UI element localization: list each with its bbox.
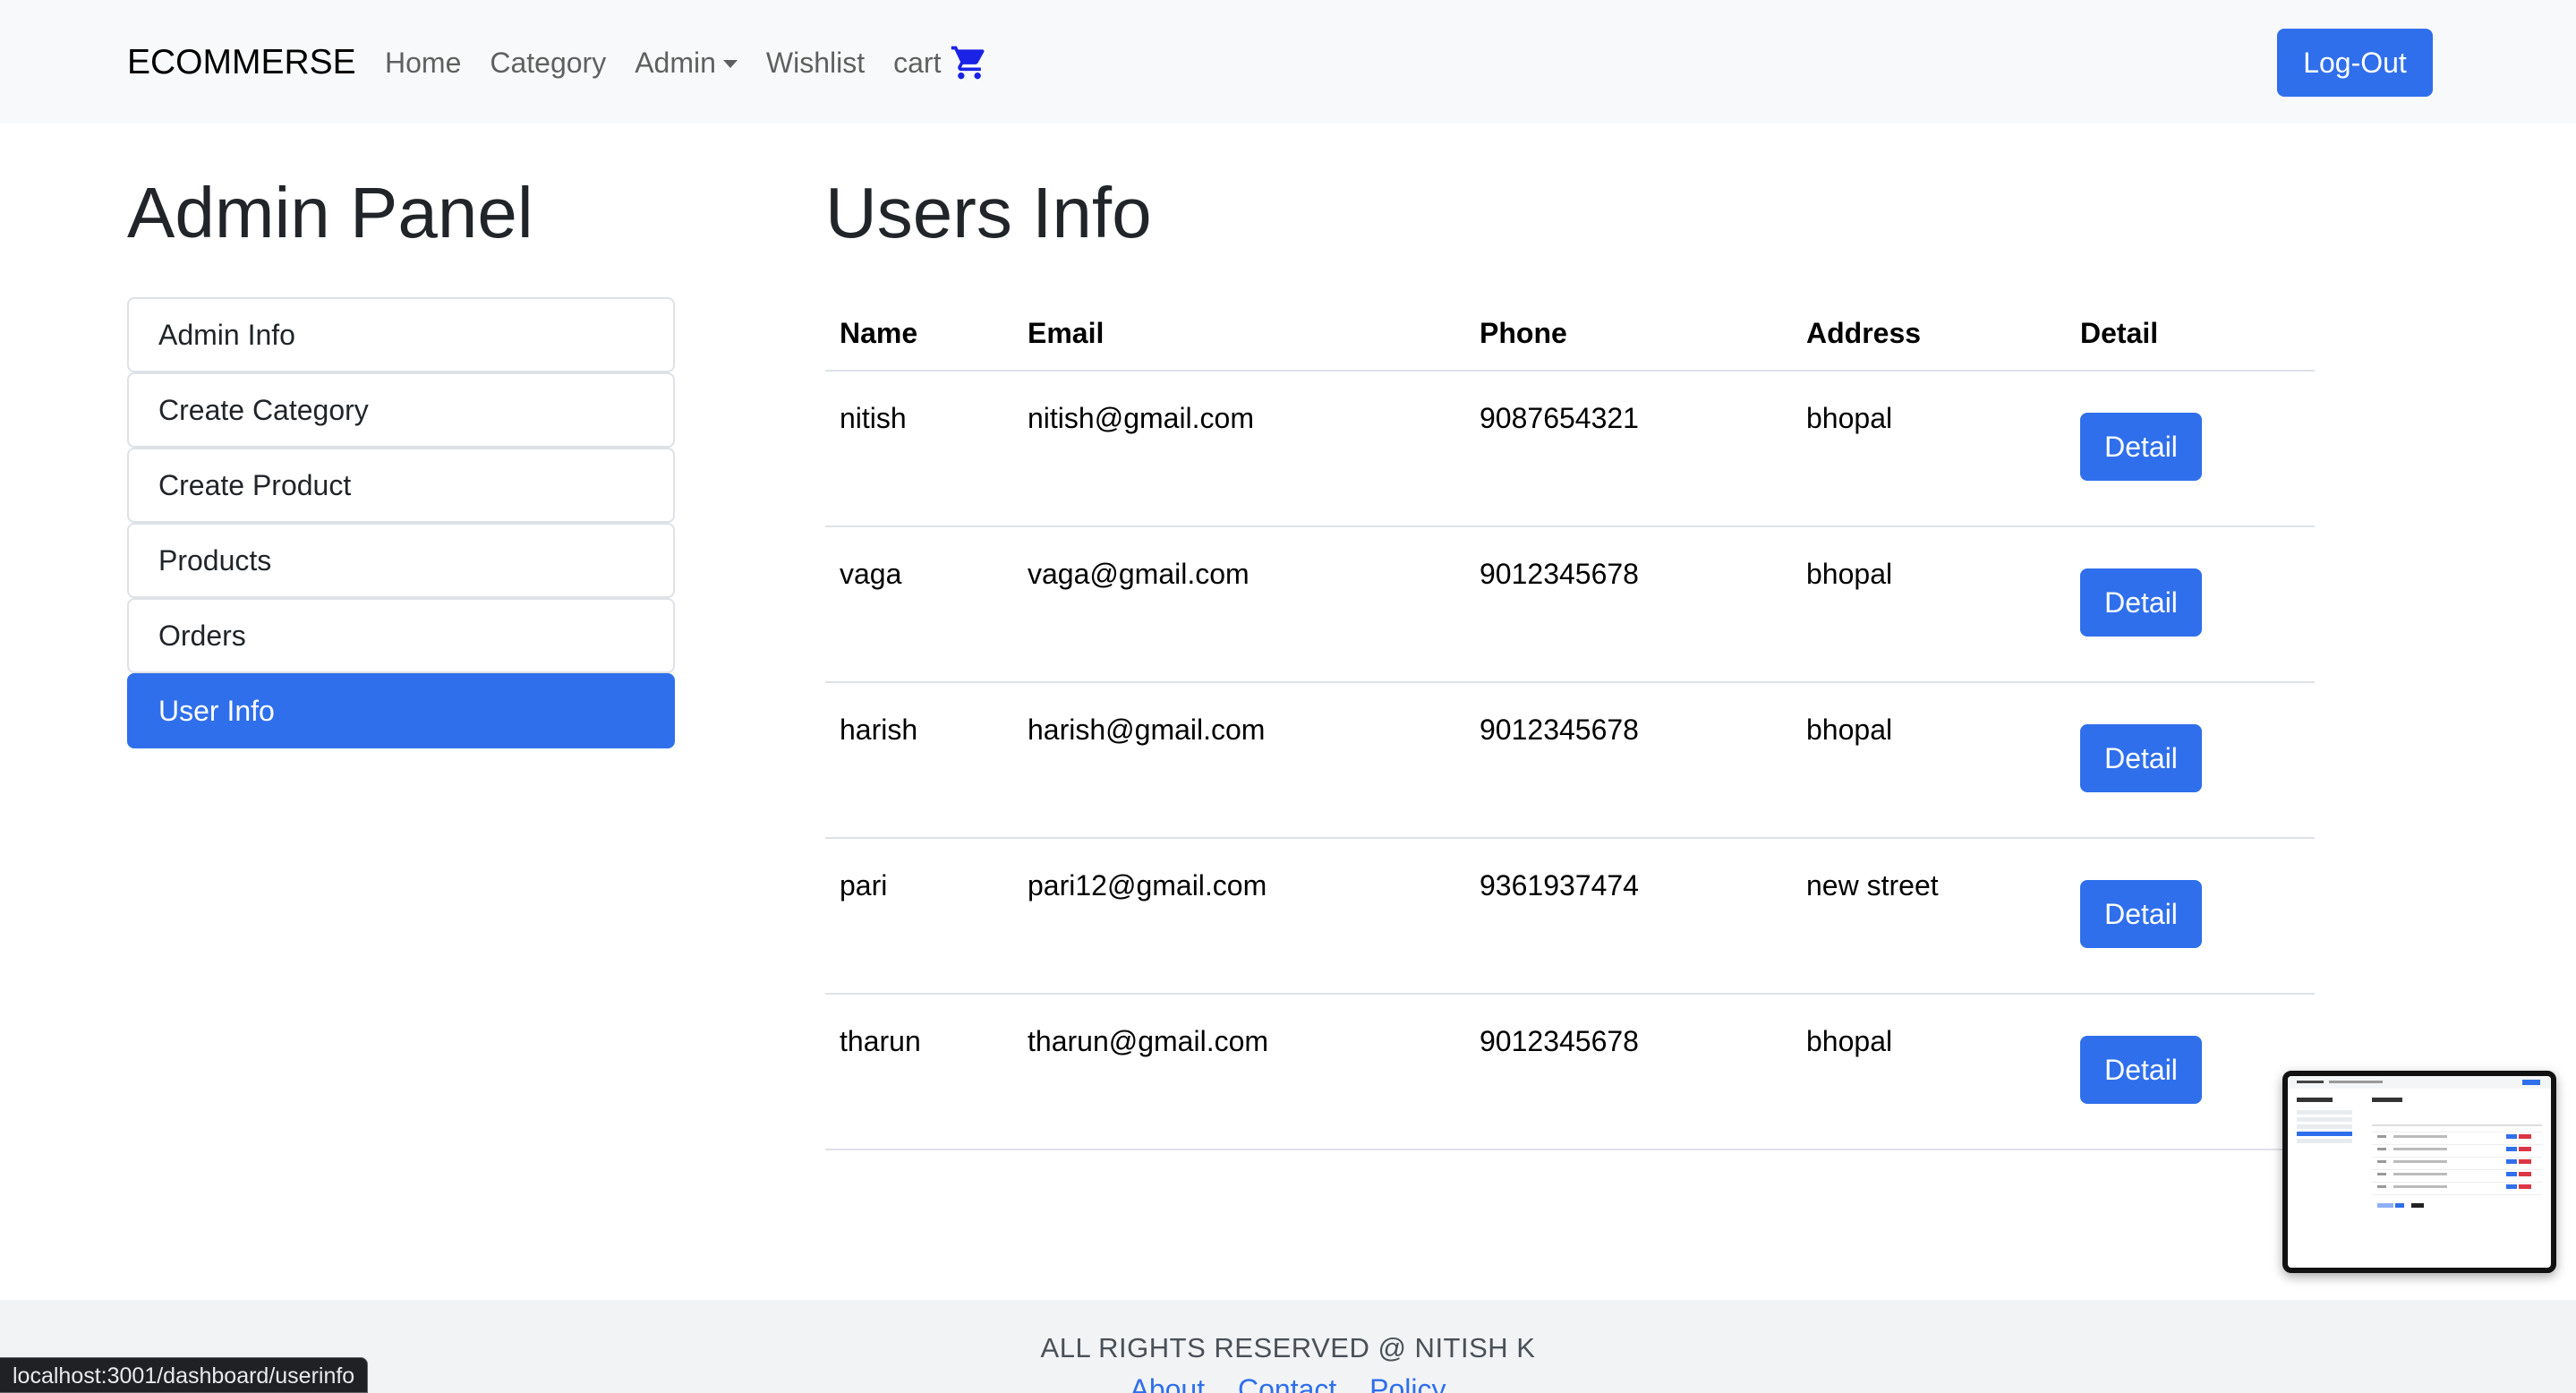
cell-detail: Detail [2066, 682, 2315, 839]
detail-button[interactable]: Detail [2080, 1036, 2202, 1104]
cell-email: harish@gmail.com [1013, 682, 1465, 839]
cell-address: bhopal [1792, 994, 2066, 1150]
cell-detail: Detail [2066, 994, 2315, 1150]
detail-button[interactable]: Detail [2080, 413, 2202, 481]
cell-name: nitish [825, 371, 1013, 527]
nav-cart-link[interactable]: cart [893, 41, 989, 84]
status-bar-url: localhost:3001/dashboard/userinfo [0, 1357, 369, 1393]
sidebar-item-create-category[interactable]: Create Category [127, 372, 675, 448]
cell-phone: 9361937474 [1465, 838, 1792, 995]
cell-address: bhopal [1792, 682, 2066, 839]
footer-contact-link[interactable]: Contact [1238, 1373, 1336, 1393]
table-row: nitish nitish@gmail.com 9087654321 bhopa… [825, 371, 2315, 527]
nav-category-link[interactable]: Category [490, 41, 606, 84]
column-header-phone: Phone [1465, 297, 1792, 372]
cell-name: harish [825, 682, 1013, 839]
users-table: Name Email Phone Address Detail nitish n… [825, 297, 2315, 1150]
footer-copyright: ALL RIGHTS RESERVED @ NITISH K [1040, 1332, 1536, 1363]
nav-wishlist-link[interactable]: Wishlist [766, 41, 865, 84]
table-row: tharun tharun@gmail.com 9012345678 bhopa… [825, 994, 2315, 1150]
cell-detail: Detail [2066, 526, 2315, 683]
column-header-email: Email [1013, 297, 1465, 372]
cell-phone: 9087654321 [1465, 371, 1792, 527]
column-header-detail: Detail [2066, 297, 2315, 372]
footer-policy-link[interactable]: Policy [1369, 1373, 1446, 1393]
top-navbar: ECOMMERSE Home Category Admin Wishlist c… [0, 0, 2576, 124]
column-header-name: Name [825, 297, 1013, 372]
nav-links: Home Category Admin Wishlist cart [385, 41, 1018, 84]
sidebar-item-products[interactable]: Products [127, 523, 675, 598]
cell-phone: 9012345678 [1465, 994, 1792, 1150]
cell-detail: Detail [2066, 371, 2315, 527]
cell-address: new street [1792, 838, 2066, 995]
admin-menu: Admin Info Create Category Create Produc… [127, 297, 675, 748]
detail-button[interactable]: Detail [2080, 880, 2202, 948]
cell-phone: 9012345678 [1465, 682, 1792, 839]
detail-button[interactable]: Detail [2080, 724, 2202, 792]
table-row: pari pari12@gmail.com 9361937474 new str… [825, 838, 2315, 995]
page-title: Users Info [825, 173, 1152, 252]
admin-panel-title: Admin Panel [127, 173, 533, 252]
screenshot-thumbnail-preview[interactable] [2282, 1071, 2556, 1273]
cell-email: vaga@gmail.com [1013, 526, 1465, 683]
cell-name: vaga [825, 526, 1013, 683]
table-row: vaga vaga@gmail.com 9012345678 bhopal De… [825, 526, 2315, 683]
thumbnail-image [2288, 1076, 2551, 1208]
sidebar-item-create-product[interactable]: Create Product [127, 448, 675, 523]
cell-address: bhopal [1792, 371, 2066, 527]
sidebar-item-orders[interactable]: Orders [127, 598, 675, 673]
sidebar-item-admin-info[interactable]: Admin Info [127, 297, 675, 372]
sidebar-item-user-info[interactable]: User Info [127, 673, 675, 748]
nav-admin-label: Admin [635, 47, 716, 79]
cell-email: pari12@gmail.com [1013, 838, 1465, 995]
detail-button[interactable]: Detail [2080, 568, 2202, 637]
table-row: harish harish@gmail.com 9012345678 bhopa… [825, 682, 2315, 839]
nav-home-link[interactable]: Home [385, 41, 461, 84]
cell-detail: Detail [2066, 838, 2315, 995]
nav-admin-dropdown[interactable]: Admin [635, 41, 738, 84]
cell-address: bhopal [1792, 526, 2066, 683]
footer-links: About Contact Policy [0, 1373, 2576, 1393]
cell-name: tharun [825, 994, 1013, 1150]
column-header-address: Address [1792, 297, 2066, 372]
footer: ALL RIGHTS RESERVED @ NITISH K About Con… [0, 1300, 2576, 1393]
table-header-row: Name Email Phone Address Detail [825, 297, 2315, 372]
cell-phone: 9012345678 [1465, 526, 1792, 683]
cell-email: nitish@gmail.com [1013, 371, 1465, 527]
brand-logo[interactable]: ECOMMERSE [127, 41, 356, 84]
cell-name: pari [825, 838, 1013, 995]
nav-cart-label: cart [893, 47, 942, 79]
shopping-cart-icon [951, 46, 985, 80]
caret-down-icon [722, 59, 738, 68]
logout-button[interactable]: Log-Out [2277, 29, 2433, 97]
footer-about-link[interactable]: About [1130, 1373, 1205, 1393]
cell-email: tharun@gmail.com [1013, 994, 1465, 1150]
